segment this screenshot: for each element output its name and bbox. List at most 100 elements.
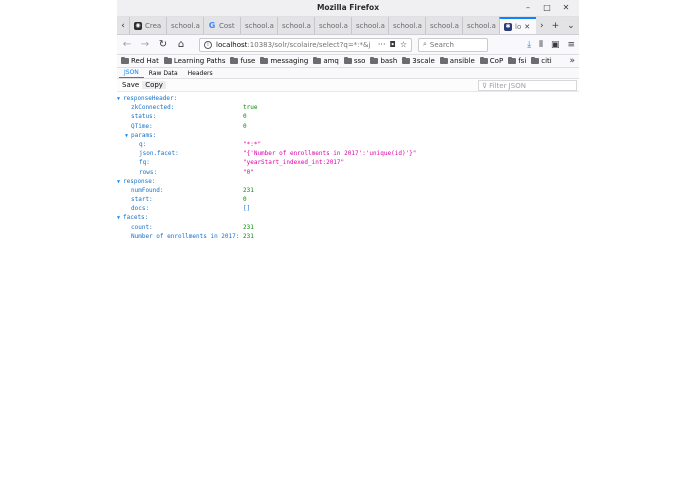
browser-tab[interactable]: G Cost — [203, 17, 240, 34]
download-icon[interactable]: ⤓ — [527, 40, 531, 50]
search-bar[interactable]: ⌕ Search — [418, 37, 488, 52]
json-value: 0 — [243, 122, 247, 130]
json-row: zkConnected: true — [117, 104, 579, 113]
menu-icon[interactable]: ≡ — [567, 40, 575, 50]
pocket-icon[interactable]: ◘ — [390, 40, 396, 49]
browser-tab[interactable]: school.a — [425, 17, 462, 34]
json-key: rows: — [139, 168, 158, 176]
tab-scroll-right-icon[interactable]: › — [540, 21, 544, 31]
bookmark-label: ansible — [449, 57, 475, 65]
json-key: params: — [131, 131, 157, 139]
expand-toggle-icon[interactable]: ▼ — [117, 179, 120, 185]
bookmark-item[interactable]: CoP — [479, 57, 503, 65]
browser-tab[interactable]: school.a — [351, 17, 388, 34]
sidebar-icon[interactable]: ▣ — [551, 40, 560, 50]
back-icon[interactable]: ← — [121, 39, 133, 50]
json-value: "*:*" — [243, 140, 262, 148]
bookmark-item[interactable]: sso — [343, 57, 366, 65]
forward-icon[interactable]: → — [139, 39, 151, 50]
json-value: 231 — [243, 232, 254, 240]
library-icon[interactable]: ⫴ — [539, 40, 543, 50]
json-row[interactable]: ▼ facets: — [117, 214, 579, 223]
json-value: true — [243, 104, 258, 112]
json-row[interactable]: ▼ response: — [117, 178, 579, 187]
json-key: facets: — [123, 214, 149, 222]
tab-headers[interactable]: Headers — [183, 68, 218, 78]
json-row: Number of enrollments in 2017: 231 — [117, 233, 579, 242]
bookmark-label: Red Hat — [131, 57, 159, 65]
bookmark-item[interactable]: Red Hat — [121, 57, 159, 65]
json-key: fq: — [139, 159, 150, 167]
bookmark-item[interactable]: messaging — [260, 57, 308, 65]
search-icon: ⌕ — [423, 40, 427, 48]
tab-label: school.a — [430, 21, 459, 30]
reload-icon[interactable]: ↻ — [157, 39, 169, 50]
json-key: count: — [131, 223, 153, 231]
bookmarks-overflow-icon[interactable]: » — [569, 56, 575, 66]
bookmark-star-icon[interactable]: ☆ — [400, 40, 407, 49]
json-row: json.facet: "{'Number of enrollments in 2… — [117, 150, 579, 159]
json-row[interactable]: ▼ params: — [117, 132, 579, 141]
close-tab-icon[interactable]: ✕ — [524, 23, 530, 31]
filter-json-input[interactable]: ⊽ Filter JSON — [478, 80, 577, 91]
expand-toggle-icon[interactable]: ▼ — [117, 96, 120, 102]
close-window-button[interactable]: ✕ — [561, 2, 571, 14]
browser-tab[interactable]: school.a — [388, 17, 425, 34]
json-key: Number of enrollments in 2017: — [131, 232, 240, 240]
tab-json[interactable]: JSON — [119, 68, 144, 78]
bookmark-label: 3scale — [412, 57, 435, 65]
json-tree: ▼ responseHeader: zkConnected: true status: 0… — [117, 92, 579, 242]
copy-button[interactable]: Copy — [142, 81, 166, 89]
bookmark-item[interactable]: ansible — [439, 57, 475, 65]
browser-tab[interactable]: ◉ Crea — [129, 17, 166, 34]
browser-tab[interactable]: school.a — [166, 17, 203, 34]
bookmark-item[interactable]: fsi — [508, 57, 526, 65]
browser-tab[interactable]: school.a — [277, 17, 314, 34]
tab-label: school.a — [319, 21, 348, 30]
search-placeholder: Search — [429, 40, 454, 49]
json-viewer-tabs: JSON Raw Data Headers — [117, 68, 579, 79]
bookmark-label: sso — [353, 57, 366, 65]
bookmark-item[interactable]: citi — [531, 57, 552, 65]
tab-raw-data[interactable]: Raw Data — [144, 68, 183, 78]
bookmark-item[interactable]: Learning Paths — [163, 57, 226, 65]
folder-icon — [370, 57, 379, 64]
maximize-button[interactable]: □ — [542, 2, 552, 14]
json-value: "0" — [243, 168, 254, 176]
info-icon[interactable]: i — [204, 40, 212, 49]
bookmark-item[interactable]: fuse — [230, 57, 255, 65]
folder-icon — [402, 57, 411, 64]
home-icon[interactable]: ⌂ — [175, 39, 187, 50]
save-button[interactable]: Save — [119, 81, 142, 89]
page-actions-icon[interactable]: ··· — [378, 40, 386, 49]
bookmark-item[interactable]: 3scale — [402, 57, 435, 65]
bookmark-label: amq — [323, 57, 339, 65]
new-tab-icon[interactable]: + — [552, 21, 560, 31]
filter-icon: ⊽ — [482, 81, 488, 90]
url-bar[interactable]: i localhost:10383/solr/scolaire/select?q… — [199, 37, 412, 52]
expand-toggle-icon[interactable]: ▼ — [117, 215, 120, 221]
json-value: 231 — [243, 186, 254, 194]
title-bar: Mozilla Firefox – □ ✕ — [117, 0, 579, 17]
json-row[interactable]: ▼ responseHeader: — [117, 95, 579, 104]
tab-label: school.a — [467, 21, 496, 30]
browser-tab[interactable]: school.a — [462, 17, 499, 34]
folder-icon — [531, 57, 540, 64]
bookmark-item[interactable]: bash — [370, 57, 397, 65]
json-key: q: — [139, 140, 147, 148]
folder-icon — [121, 57, 129, 64]
expand-toggle-icon[interactable]: ▼ — [125, 133, 128, 139]
bookmark-label: Learning Paths — [173, 57, 226, 65]
minimize-button[interactable]: – — [523, 2, 533, 14]
url-text[interactable]: localhost:10383/solr/scolaire/select?q=*… — [216, 41, 374, 49]
folder-icon — [479, 57, 488, 64]
browser-tab[interactable]: school.a — [314, 17, 351, 34]
browser-tab[interactable]: school.a — [240, 17, 277, 34]
folder-icon — [439, 57, 448, 64]
bookmark-label: citi — [541, 57, 552, 65]
tab-label: school.a — [282, 21, 311, 30]
tab-list-icon[interactable]: ⌄ — [567, 21, 575, 31]
bookmark-item[interactable]: amq — [313, 57, 339, 65]
tab-scroll-left-icon[interactable]: ‹ — [117, 17, 129, 34]
browser-tab[interactable]: ✱ lo ✕ — [499, 17, 536, 34]
